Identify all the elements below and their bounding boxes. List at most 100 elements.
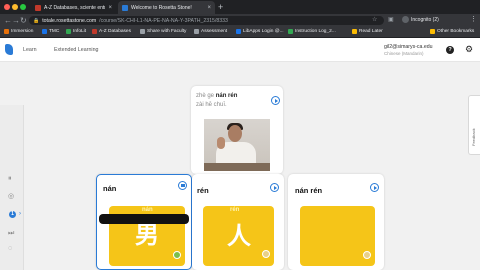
man-photo <box>204 119 270 171</box>
folder-icon <box>430 29 435 34</box>
side-rail: ⏸ ◎ ⏭ ◌ <box>0 105 24 270</box>
tooltip-bar <box>99 214 189 224</box>
bookmark-item[interactable]: Instruction Log_2... <box>288 29 336 34</box>
bookmark-icon <box>288 29 293 34</box>
answer-label: nán rén <box>295 186 323 195</box>
bookmark-item[interactable]: A-Z Databases <box>92 29 131 34</box>
nav-learn[interactable]: Learn <box>23 47 37 53</box>
maximize-window-button[interactable] <box>20 4 26 10</box>
answer-label: nán <box>103 184 117 193</box>
prompt-card: zhè ge nán rén zài hē chuī. <box>191 86 283 174</box>
address-bar[interactable]: 🔒 totale.rosettastone.com /course/SK-CHI… <box>29 16 384 25</box>
step-indicator[interactable]: 1 <box>9 211 16 218</box>
screen: A-Z Databases, sciente entre × Welcome t… <box>0 0 480 270</box>
app-header: Learn Extended Learning gil2@simarys-ca.… <box>0 38 480 62</box>
bookmark-label: TMC <box>49 29 60 34</box>
bookmark-label: Read Later <box>359 29 383 34</box>
bookmark-item[interactable]: TMC <box>42 29 59 34</box>
image-action-icon[interactable] <box>363 251 371 259</box>
bookmark-label: Instruction Log_2... <box>295 29 336 34</box>
bookmark-label: LibApps Login @... <box>243 29 284 34</box>
forward-icon[interactable]: → <box>12 16 20 25</box>
bookmark-label: Immersion <box>11 29 34 34</box>
bookmark-icon <box>42 29 47 34</box>
play-audio-icon[interactable] <box>271 96 280 105</box>
feedback-tab[interactable]: Feedback <box>468 95 480 155</box>
browser-tab-active[interactable]: Welcome to Rosetta Stone! × <box>118 1 215 14</box>
prompt-prefix: zhè ge <box>196 93 215 99</box>
close-tab-icon[interactable]: × <box>108 5 112 11</box>
folder-icon <box>352 29 357 34</box>
reload-icon[interactable]: ↻ <box>20 16 27 25</box>
folder-icon <box>194 29 199 34</box>
user-language: Chinese (Mandarin) <box>384 51 424 56</box>
tab-favicon-icon <box>35 4 41 11</box>
tab-title: A-Z Databases, sciente entre <box>44 4 106 11</box>
bookmark-label: Assessment <box>201 29 228 34</box>
bookmark-icon <box>92 29 97 34</box>
answer-label: rén <box>197 186 209 195</box>
back-icon[interactable]: ← <box>4 16 12 25</box>
close-window-button[interactable] <box>4 4 10 10</box>
new-tab-icon[interactable]: + <box>218 2 223 12</box>
help-icon[interactable]: ? <box>446 46 454 54</box>
answer-card[interactable]: rén rén 人 <box>192 174 284 270</box>
pause-audio-icon[interactable] <box>178 181 187 190</box>
next-icon[interactable]: ⏭ <box>8 230 14 238</box>
bookmark-icon <box>66 29 71 34</box>
prompt-line-1: zhè ge nán rén <box>196 93 237 99</box>
answer-card[interactable]: nán rén <box>288 174 384 270</box>
incognito-indicator[interactable]: Incognito (2) <box>402 16 439 23</box>
minimize-window-button[interactable] <box>12 4 18 10</box>
lock-icon: 🔒 <box>33 17 40 24</box>
image-action-icon[interactable] <box>262 250 270 258</box>
answer-image-character: 人 <box>227 223 251 250</box>
prompt-line-2: zài hē chuī. <box>196 102 227 108</box>
url-host: totale.rosettastone.com <box>42 17 97 24</box>
nav-extended-learning[interactable]: Extended Learning <box>54 47 98 53</box>
bookmark-icon <box>236 29 241 34</box>
answer-image-caption: nán <box>142 207 153 213</box>
tab-title: Welcome to Rosetta Stone! <box>131 4 192 11</box>
extension-icon[interactable]: ▣ <box>388 16 394 23</box>
bookmark-item[interactable]: Immersion <box>4 29 33 34</box>
answer-image-caption: rén <box>230 207 240 213</box>
answer-image-character: 男 <box>135 222 159 249</box>
user-email[interactable]: gil2@simarys-ca.edu <box>384 44 433 50</box>
browser-menu-icon[interactable]: ⋮ <box>470 15 477 23</box>
bookmark-label: A-Z Databases <box>99 29 131 34</box>
pause-icon[interactable]: ⏸ <box>8 175 12 183</box>
incognito-label: Incognito (2) <box>411 16 439 23</box>
star-icon[interactable]: ☆ <box>372 16 377 23</box>
play-audio-icon[interactable] <box>370 183 379 192</box>
bookmark-item[interactable]: Other Bookmarks <box>430 29 474 34</box>
prompt-highlight: nán rén <box>215 93 238 99</box>
bookmark-item[interactable]: Share with Faculty <box>140 29 186 34</box>
bookmark-item[interactable]: LibApps Login @... <box>236 29 284 34</box>
answer-card[interactable]: nán nán 男 <box>96 174 192 270</box>
correct-marker-icon <box>173 251 181 259</box>
folder-icon <box>140 29 145 34</box>
answer-image: rén 人 <box>203 206 274 266</box>
bookmark-label: Other Bookmarks <box>437 29 475 34</box>
answer-image <box>300 206 375 266</box>
bookmarks-bar: Immersion TMC InfoLit A-Z Databases Shar… <box>0 27 480 38</box>
browser-tab-strip: A-Z Databases, sciente entre × Welcome t… <box>0 0 480 14</box>
bookmark-label: Share with Faculty <box>147 29 187 34</box>
play-audio-icon[interactable] <box>270 183 279 192</box>
bookmark-item[interactable]: Assessment <box>194 29 227 34</box>
bookmark-item[interactable]: Read Later <box>352 29 383 34</box>
feedback-label: Feedback <box>471 128 476 146</box>
hide-icon[interactable]: ◎ <box>8 193 14 201</box>
tab-favicon-icon <box>122 4 128 11</box>
rosetta-stone-logo-icon[interactable] <box>5 44 13 55</box>
hint-icon[interactable]: ◌ <box>8 245 12 253</box>
settings-gear-icon[interactable]: ⚙ <box>465 44 473 54</box>
bookmark-label: InfoLit <box>73 29 87 34</box>
browser-tab[interactable]: A-Z Databases, sciente entre × <box>31 1 116 14</box>
bookmark-item[interactable]: InfoLit <box>66 29 86 34</box>
incognito-icon <box>402 16 409 23</box>
close-tab-icon[interactable]: × <box>207 5 211 11</box>
url-path: /course/SK-CHI-L1-NA-PE-NA-NA-Y-3PATH_23… <box>99 17 228 24</box>
chevron-right-icon[interactable]: › <box>19 211 21 217</box>
